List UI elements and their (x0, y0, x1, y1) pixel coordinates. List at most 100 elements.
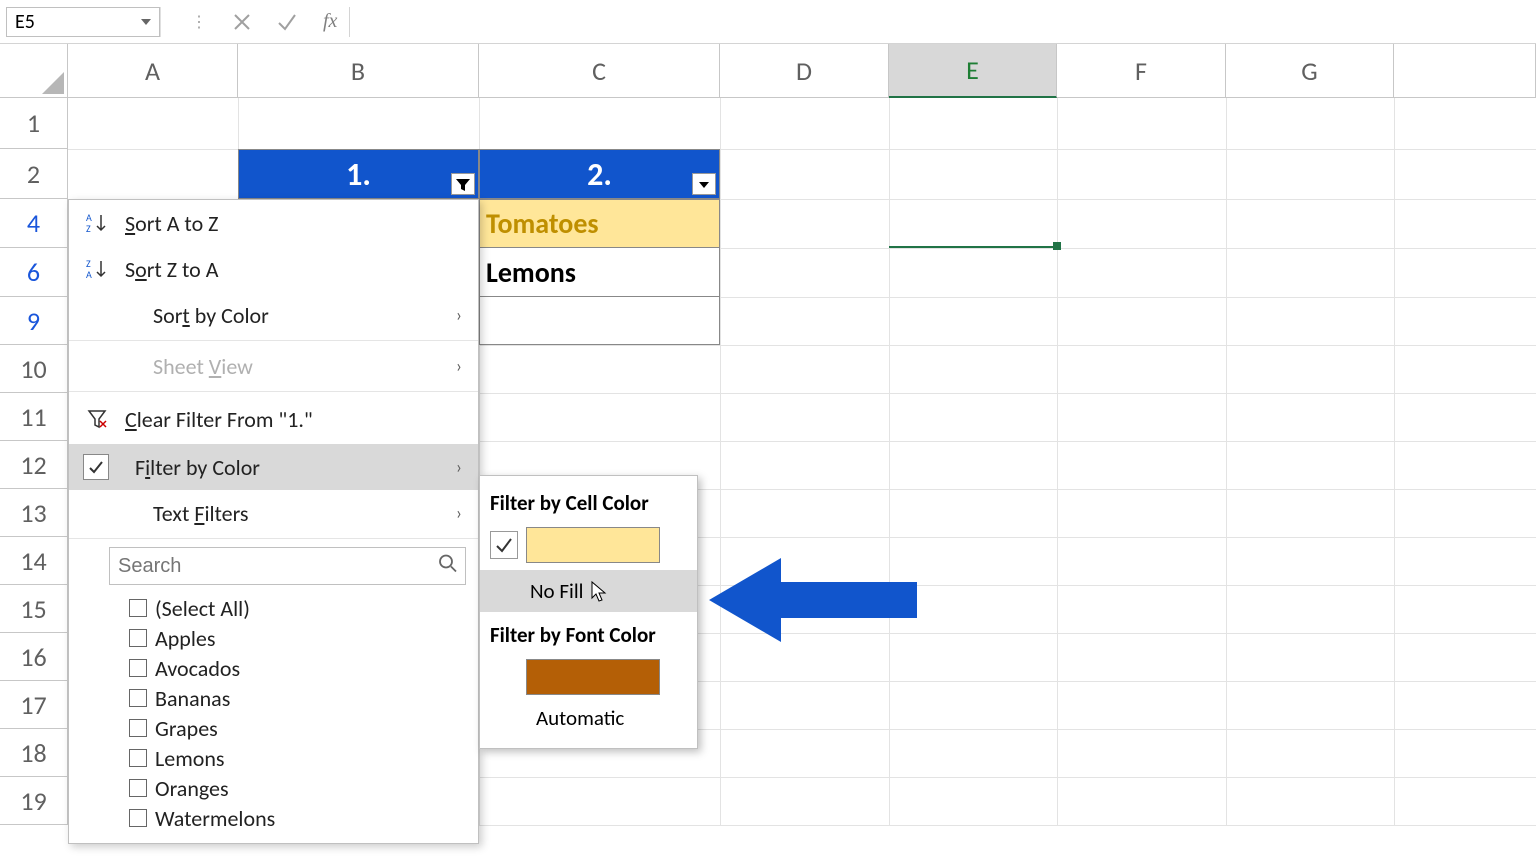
checkbox[interactable] (129, 809, 147, 827)
col-header-A[interactable]: A (68, 44, 238, 98)
check-label: Avocados (155, 655, 240, 682)
select-all-triangle[interactable] (0, 44, 68, 98)
checkbox[interactable] (129, 629, 147, 647)
checkbox[interactable] (129, 719, 147, 737)
col-label: C (592, 55, 606, 87)
formula-input[interactable] (349, 7, 1530, 37)
divider (69, 340, 478, 341)
menu-filter-by-color[interactable]: Filter by Color › (69, 444, 478, 490)
filter-checklist: (Select All) Apples Avocados Bananas Gra… (69, 589, 478, 843)
svg-text:A: A (86, 268, 92, 280)
font-color-option[interactable] (486, 656, 691, 698)
check-item[interactable]: Grapes (129, 713, 466, 743)
header-label: 1. (346, 155, 371, 194)
gridline (1226, 98, 1227, 825)
row-header[interactable]: 19 (0, 777, 68, 825)
no-fill-label: No Fill (530, 578, 583, 604)
cancel-icon[interactable] (233, 13, 251, 31)
col-label: D (796, 55, 812, 87)
col-header-extra[interactable] (1394, 44, 1536, 98)
check-label: Apples (155, 625, 215, 652)
row-header[interactable]: 12 (0, 441, 68, 489)
menu-sort-by-color[interactable]: Sort by Color › (69, 292, 478, 338)
row-header[interactable]: 6 (0, 248, 68, 297)
chevron-right-icon: › (456, 355, 462, 377)
check-label: Lemons (155, 745, 225, 772)
row-header[interactable]: 18 (0, 729, 68, 777)
col-header-G[interactable]: G (1226, 44, 1394, 98)
filter-dropdown-button[interactable] (692, 173, 716, 195)
checkbox[interactable] (129, 659, 147, 677)
row-header[interactable]: 1 (0, 98, 68, 149)
check-item[interactable]: Avocados (129, 653, 466, 683)
col-header-E[interactable]: E (889, 44, 1057, 98)
svg-text:Z: Z (86, 222, 91, 234)
sort-za-icon: ZA (83, 258, 111, 280)
submenu-heading-cell-color: Filter by Cell Color (486, 484, 691, 524)
color-swatch-brown (526, 659, 660, 695)
check-label: (Select All) (155, 595, 250, 622)
cell-color-option[interactable] (486, 524, 691, 566)
submenu-heading-font-color: Filter by Font Color (486, 616, 691, 656)
checkbox[interactable] (129, 689, 147, 707)
menu-label: Sort by Color (125, 302, 442, 329)
menu-sheet-view: Sheet View › (69, 343, 478, 389)
col-label: E (966, 54, 979, 86)
table-header-1[interactable]: 1. (238, 149, 479, 199)
chevron-right-icon: › (456, 304, 462, 326)
gridline (720, 98, 721, 825)
cell-C4[interactable]: Tomatoes (479, 199, 720, 248)
automatic-option[interactable]: Automatic (486, 698, 691, 738)
col-header-B[interactable]: B (238, 44, 479, 98)
fill-handle[interactable] (1053, 242, 1061, 250)
menu-clear-filter[interactable]: Clear Filter From "1." (69, 394, 478, 444)
check-item[interactable]: Apples (129, 623, 466, 653)
row-header[interactable]: 17 (0, 681, 68, 729)
check-item[interactable]: (Select All) (129, 593, 466, 623)
check-item[interactable]: Bananas (129, 683, 466, 713)
color-swatch-yellow (526, 527, 660, 563)
col-label: A (145, 55, 160, 87)
col-header-C[interactable]: C (479, 44, 720, 98)
menu-sort-za[interactable]: ZA Sort Z to A (69, 246, 478, 292)
row-header[interactable]: 9 (0, 297, 68, 345)
checkbox[interactable] (129, 749, 147, 767)
row-header[interactable]: 14 (0, 537, 68, 585)
check-label: Bananas (155, 685, 230, 712)
filter-search-input[interactable] (109, 547, 466, 585)
cell-C6[interactable]: Lemons (479, 248, 720, 297)
checkbox[interactable] (129, 599, 147, 617)
filter-dropdown-menu: AZ Sort A to Z ZA Sort Z to A Sort by Co… (68, 199, 479, 844)
row-header[interactable]: 15 (0, 585, 68, 633)
menu-sort-az[interactable]: AZ Sort A to Z (69, 200, 478, 246)
spreadsheet-grid: A B C D E F G 1 2 4 6 9 10 11 12 13 14 1… (0, 44, 1536, 825)
col-label: G (1301, 55, 1317, 87)
check-item[interactable]: Lemons (129, 743, 466, 773)
cell-value: Lemons (486, 255, 576, 290)
chevron-right-icon: › (456, 456, 462, 478)
row-header[interactable]: 10 (0, 345, 68, 393)
check-item[interactable]: Oranges (129, 773, 466, 803)
row-header[interactable]: 11 (0, 393, 68, 441)
row-header[interactable]: 4 (0, 199, 68, 248)
col-header-F[interactable]: F (1057, 44, 1226, 98)
check-item[interactable]: Watermelons (129, 803, 466, 833)
col-header-D[interactable]: D (720, 44, 889, 98)
header-label: 2. (587, 155, 612, 194)
row-header[interactable]: 2 (0, 149, 68, 199)
no-fill-option[interactable]: No Fill (480, 570, 697, 612)
row-header[interactable]: 16 (0, 633, 68, 681)
cell-C9[interactable] (479, 297, 720, 345)
menu-label: Sheet View (125, 353, 442, 380)
fx-label[interactable]: fx (323, 10, 337, 33)
name-box[interactable]: E5 (6, 7, 160, 37)
menu-text-filters[interactable]: Text Filters › (69, 490, 478, 536)
table-header-2[interactable]: 2. (479, 149, 720, 199)
checkbox[interactable] (129, 779, 147, 797)
enter-icon[interactable] (277, 13, 297, 31)
checkmark-icon (83, 454, 109, 480)
automatic-label: Automatic (536, 705, 624, 731)
filter-button-active[interactable] (451, 173, 475, 195)
check-label: Grapes (155, 715, 218, 742)
row-header[interactable]: 13 (0, 489, 68, 537)
